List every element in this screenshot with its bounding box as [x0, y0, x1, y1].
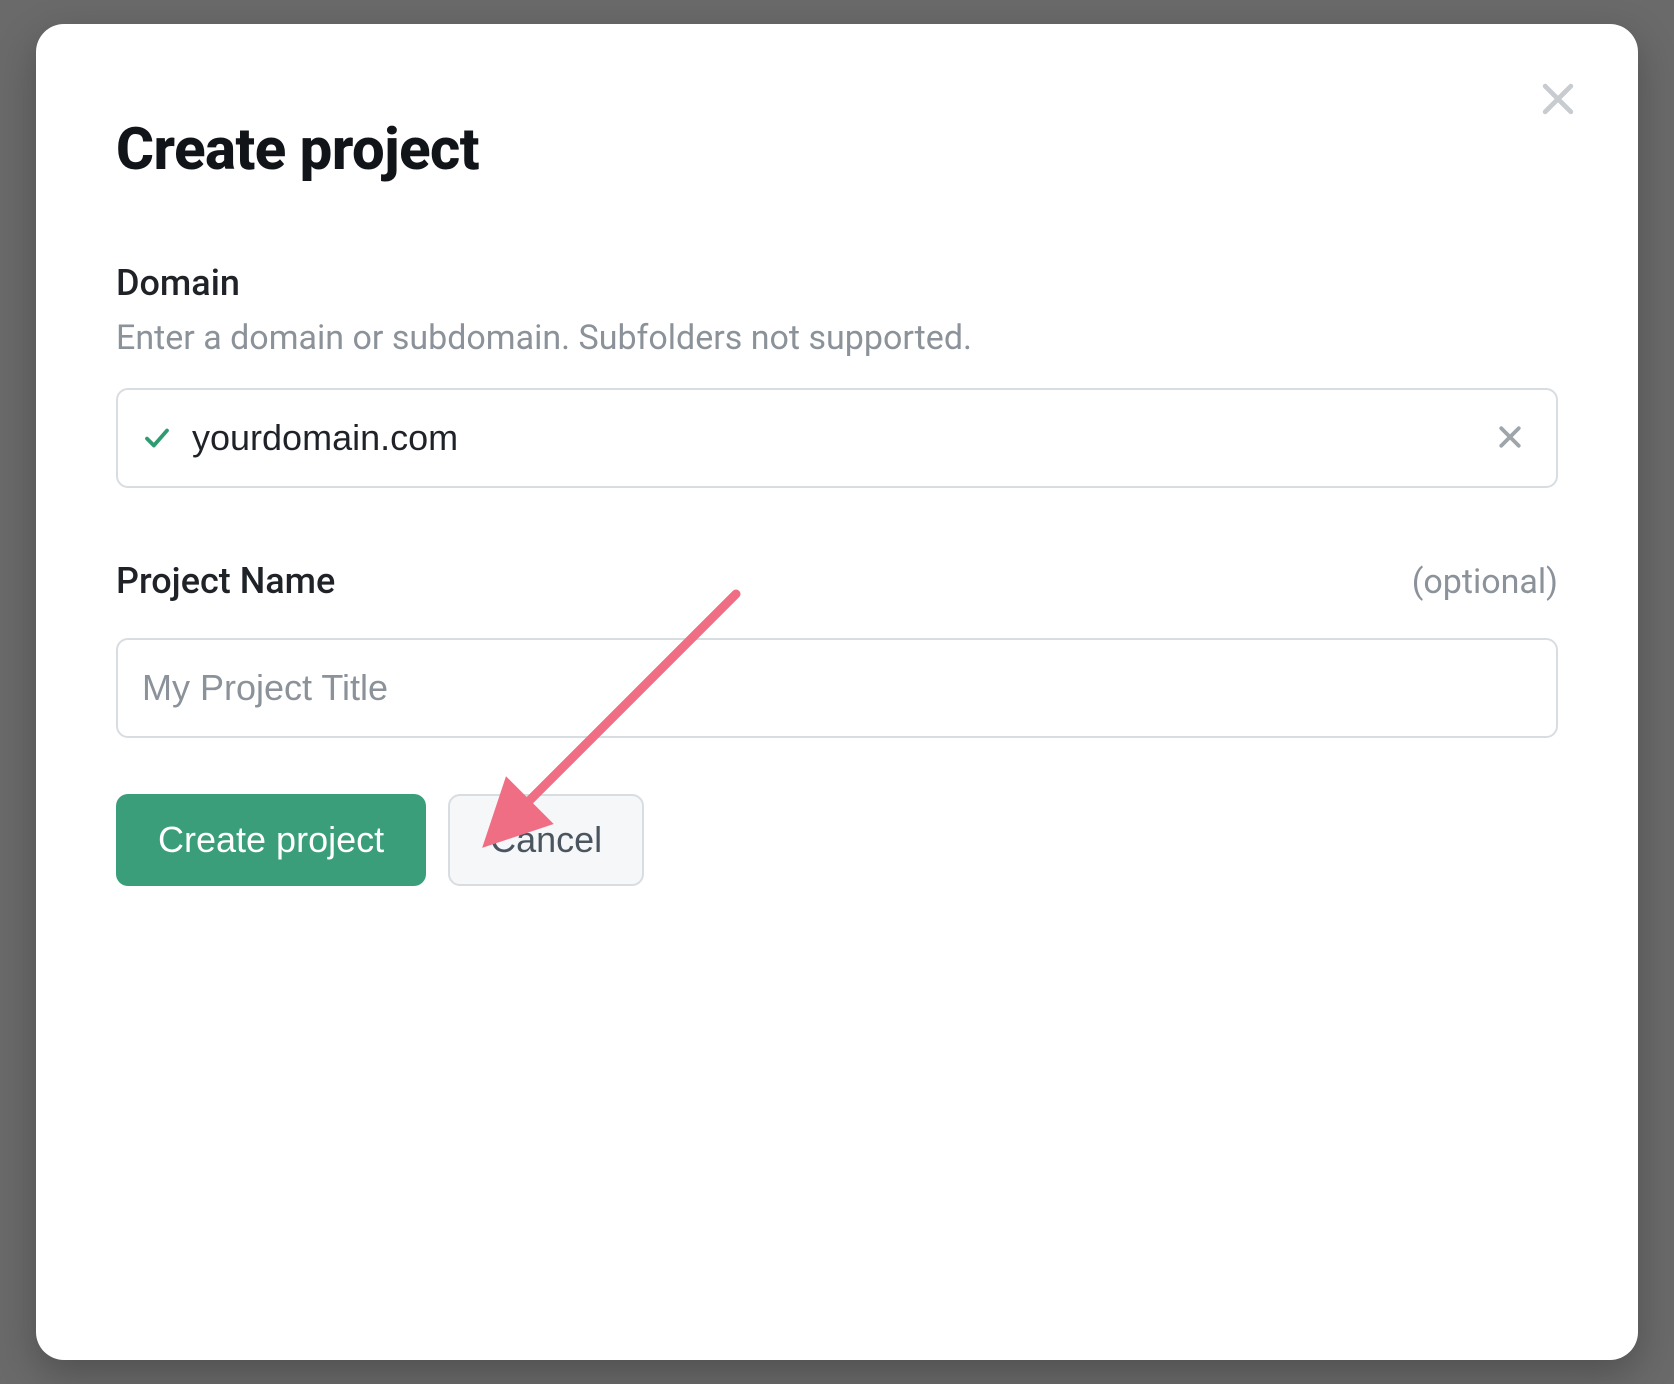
check-icon: [142, 423, 172, 453]
domain-help-text: Enter a domain or subdomain. Subfolders …: [116, 318, 1558, 358]
optional-badge: (optional): [1412, 562, 1558, 602]
domain-field-block: Domain Enter a domain or subdomain. Subf…: [116, 262, 1558, 488]
cancel-button[interactable]: Cancel: [448, 794, 644, 886]
create-project-modal: Create project Domain Enter a domain or …: [36, 24, 1638, 1360]
domain-label: Domain: [116, 262, 1558, 304]
create-project-button[interactable]: Create project: [116, 794, 426, 886]
domain-clear-button[interactable]: [1488, 416, 1532, 460]
close-icon: [1536, 77, 1580, 124]
project-name-input-container: [116, 638, 1558, 738]
modal-title: Create project: [116, 116, 1558, 184]
project-name-label: Project Name: [116, 560, 335, 602]
domain-input-container: [116, 388, 1558, 488]
domain-input[interactable]: [192, 417, 1488, 459]
close-button[interactable]: [1526, 68, 1590, 132]
project-name-field-block: Project Name (optional): [116, 560, 1558, 738]
button-row: Create project Cancel: [116, 794, 1558, 886]
project-name-input[interactable]: [142, 667, 1532, 709]
x-icon: [1495, 422, 1525, 455]
